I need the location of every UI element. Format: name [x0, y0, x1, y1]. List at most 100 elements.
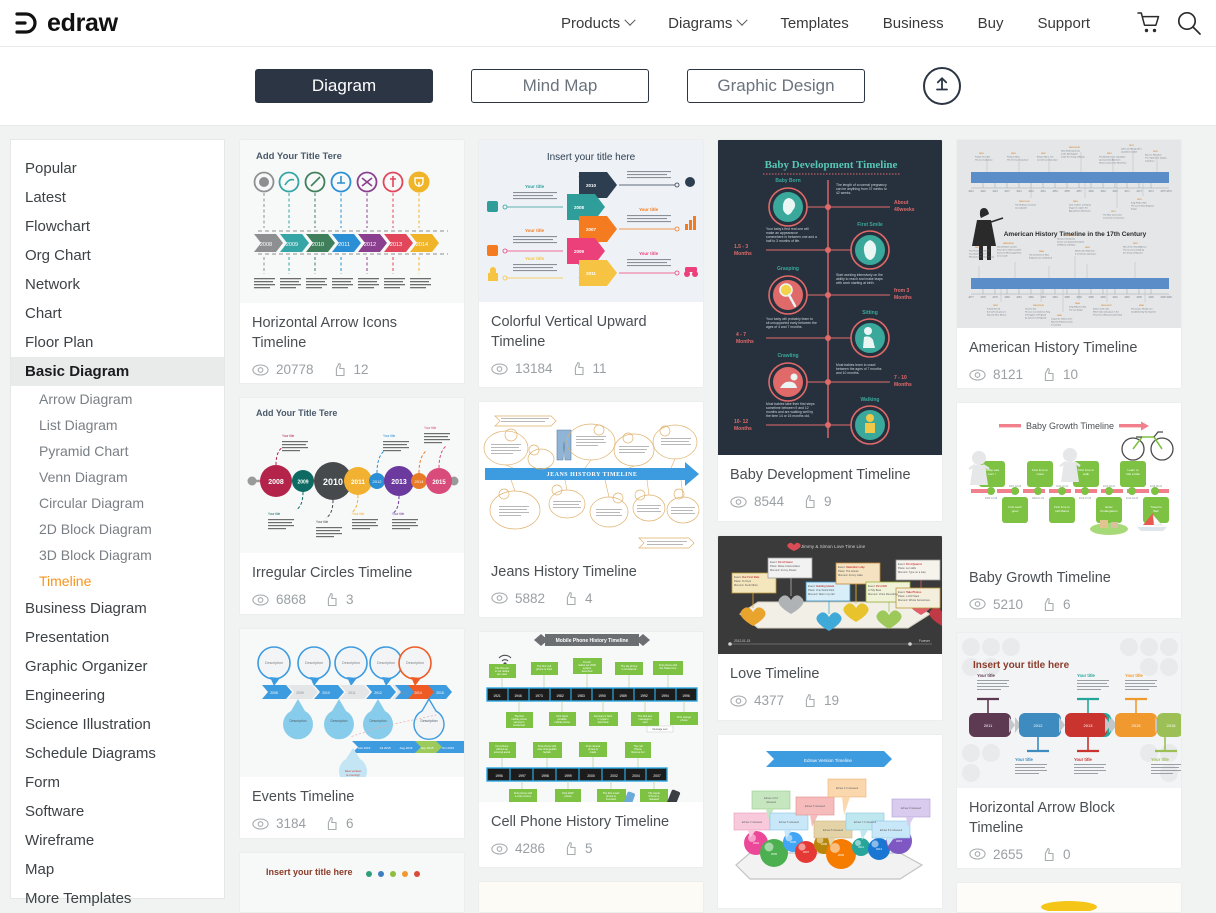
- svg-text:1674: 1674: [1148, 190, 1154, 193]
- svg-text:Crawling: Crawling: [777, 353, 798, 359]
- sidebar-item-wireframe[interactable]: Wireframe: [11, 826, 224, 855]
- svg-text:1671: 1671: [1111, 211, 1116, 213]
- svg-text:Your title: Your title: [383, 434, 396, 438]
- sidebar-subitem-venn-diagram[interactable]: Venn Diagram: [11, 464, 224, 490]
- sidebar-item-graphic-organizer[interactable]: Graphic Organizer: [11, 652, 224, 681]
- svg-text:2004: 2004: [632, 774, 640, 778]
- template-card-baby-development-timeline[interactable]: Baby Development Timeline Baby Born The …: [717, 139, 943, 522]
- template-card-partial-bottom-2[interactable]: [478, 881, 704, 913]
- brand-logo[interactable]: edraw: [12, 9, 118, 38]
- card-title: Baby Growth Timeline: [969, 569, 1111, 586]
- card-metrics: 8121 10: [969, 367, 1169, 382]
- tab-diagram[interactable]: Diagram: [255, 69, 433, 103]
- tab-mind-map-label: Mind Map: [522, 76, 598, 95]
- sidebar-item-label: Engineering: [25, 687, 106, 704]
- svg-text:2002: 2002: [610, 774, 618, 778]
- template-card-irregular-circles-timeline[interactable]: Add Your Title Tere 2008 2009 2010 2011 …: [239, 397, 465, 616]
- thumb-title: Add Your Title Tere: [256, 151, 342, 162]
- sidebar-subitem-list-diagram[interactable]: List Diagram: [11, 412, 224, 438]
- likes-metric[interactable]: 3: [324, 592, 354, 607]
- likes-metric[interactable]: 10: [1041, 367, 1078, 382]
- svg-text:1651: 1651: [1040, 190, 1046, 193]
- sidebar-item-schedule-diagrams[interactable]: Schedule Diagrams: [11, 739, 224, 768]
- svg-text:was absorbed by the: was absorbed by the: [969, 253, 989, 256]
- nav-item-templates[interactable]: Templates: [763, 15, 865, 32]
- nav-item-support[interactable]: Support: [1020, 15, 1107, 32]
- sidebar-item-floor-plan[interactable]: Floor Plan: [11, 328, 224, 357]
- sidebar-item-science-illustration[interactable]: Science Illustration: [11, 710, 224, 739]
- likes-metric[interactable]: 6: [324, 816, 354, 831]
- template-card-partial-bottom-1[interactable]: Insert your title here: [239, 852, 465, 913]
- sidebar-item-business-diagram[interactable]: Business Diagram: [11, 594, 224, 623]
- template-card-horizontal-arrow-icons-timeline[interactable]: Add Your Title Tere 2008 2009 2010 2011 …: [239, 139, 465, 385]
- cart-icon[interactable]: [1137, 11, 1162, 35]
- likes-metric[interactable]: 6: [1041, 597, 1071, 612]
- card-metrics: 2655 0: [969, 847, 1169, 862]
- sidebar-item-org-chart[interactable]: Org Chart: [11, 241, 224, 270]
- template-card-jeans-history-timeline[interactable]: JEANS HISTORY TIMELINE Jeans History Tim…: [478, 400, 704, 619]
- svg-text:The Halfway Covenant: The Halfway Covenant: [1015, 204, 1036, 207]
- sidebar-subitem-timeline[interactable]: Timeline: [11, 568, 224, 594]
- search-icon[interactable]: [1176, 10, 1202, 36]
- svg-text:1982: 1982: [556, 694, 564, 698]
- svg-text:1695: 1695: [1136, 296, 1142, 299]
- template-thumbnail: Baby Growth Timeline Today was born ! Fi…: [957, 402, 1181, 558]
- template-card-horizontal-arrow-block-timeline[interactable]: Insert your title here 2011 2012 2013 20…: [956, 631, 1182, 869]
- sidebar-item-software[interactable]: Software: [11, 797, 224, 826]
- tab-graphic-design[interactable]: Graphic Design: [687, 69, 865, 103]
- sidebar-item-network[interactable]: Network: [11, 270, 224, 299]
- likes-metric[interactable]: 0: [1041, 847, 1071, 862]
- template-card-baby-growth-timeline[interactable]: Baby Growth Timeline Today was born ! Fi…: [956, 401, 1182, 619]
- template-card-american-history-timeline[interactable]: 1621 1622 1623 1637 1641 1643 1651 1653 1655 165…: [956, 139, 1182, 389]
- card-info: American History Timeline 8121 10: [957, 328, 1181, 388]
- sidebar-item-flowchart[interactable]: Flowchart: [11, 212, 224, 241]
- svg-text:2015: 2015: [432, 480, 446, 486]
- svg-text:4 - 7: 4 - 7: [736, 332, 746, 338]
- template-thumbnail: 1621 1622 1623 1637 1641 1643 1651 1653 1655 165…: [957, 140, 1181, 328]
- sidebar-item-presentation[interactable]: Presentation: [11, 623, 224, 652]
- nav-item-business[interactable]: Business: [866, 15, 961, 32]
- sidebar-subitem-arrow-diagram[interactable]: Arrow Diagram: [11, 386, 224, 412]
- template-card-love-timeline[interactable]: Jimmy & Simon Love Time Line Event: Our …: [717, 535, 943, 721]
- likes-metric[interactable]: 11: [571, 361, 607, 376]
- tab-mind-map[interactable]: Mind Map: [471, 69, 649, 103]
- sidebar-item-form[interactable]: Form: [11, 768, 224, 797]
- sidebar-item-latest[interactable]: Latest: [11, 183, 224, 212]
- svg-text:2010: 2010: [312, 242, 324, 248]
- likes-metric[interactable]: 4: [563, 591, 593, 606]
- sidebar-item-label: Form: [25, 774, 60, 791]
- sidebar-item-engineering[interactable]: Engineering: [11, 681, 224, 710]
- svg-text:Powhan Wars: Powhan Wars: [1007, 156, 1020, 159]
- svg-text:half to 3 months of life.: half to 3 months of life.: [766, 239, 800, 243]
- nav-item-buy[interactable]: Buy: [961, 15, 1021, 32]
- template-card-events-timeline[interactable]: Description Description Description Descrip…: [239, 628, 465, 840]
- sidebar-subitem-pyramid-chart[interactable]: Pyramid Chart: [11, 438, 224, 464]
- sidebar-item-label: Map: [25, 861, 55, 878]
- sidebar-subitem-3d-block-diagram[interactable]: 3D Block Diagram: [11, 542, 224, 568]
- likes-metric[interactable]: 19: [802, 693, 839, 708]
- svg-text:conducted: conducted: [513, 723, 526, 727]
- svg-text:Spanish New Mexico: Spanish New Mexico: [987, 315, 1007, 317]
- nav-item-products[interactable]: Products: [544, 15, 651, 32]
- likes-metric[interactable]: 5: [563, 841, 593, 856]
- sidebar-subitem-2d-block-diagram[interactable]: 2D Block Diagram: [11, 516, 224, 542]
- template-card-cell-phone-history-timeline[interactable]: Mobile Phone History Timeline The first …: [478, 631, 704, 869]
- sidebar-item-basic-diagram[interactable]: Basic Diagram: [11, 357, 224, 386]
- template-card-partial-bottom-3[interactable]: [956, 881, 1182, 913]
- views-count: 8121: [993, 367, 1024, 382]
- sidebar-subitem-circular-diagram[interactable]: Circular Diagram: [11, 490, 224, 516]
- sidebar-item-chart[interactable]: Chart: [11, 299, 224, 328]
- svg-text:Bali: Bali: [1153, 509, 1158, 513]
- eye-icon: [252, 818, 269, 830]
- sidebar-item-more-templates[interactable]: More Templates: [11, 884, 224, 913]
- nav-item-diagrams[interactable]: Diagrams: [651, 15, 763, 32]
- template-card-edraw-version-timeline[interactable]: Edraw Version Timeline 2004 2005 2006 20…: [717, 734, 943, 909]
- likes-metric[interactable]: 9: [802, 494, 832, 509]
- sidebar-item-map[interactable]: Map: [11, 855, 224, 884]
- template-card-colorful-vertical-upward-timeline[interactable]: Insert your title here 2010 2008 2007 20…: [478, 139, 704, 388]
- likes-metric[interactable]: 12: [332, 362, 369, 377]
- sidebar-item-popular[interactable]: Popular: [11, 154, 224, 183]
- card-title: American History Timeline: [969, 340, 1138, 356]
- upload-button[interactable]: [923, 67, 961, 105]
- card-title: Irregular Circles Timeline: [252, 565, 413, 582]
